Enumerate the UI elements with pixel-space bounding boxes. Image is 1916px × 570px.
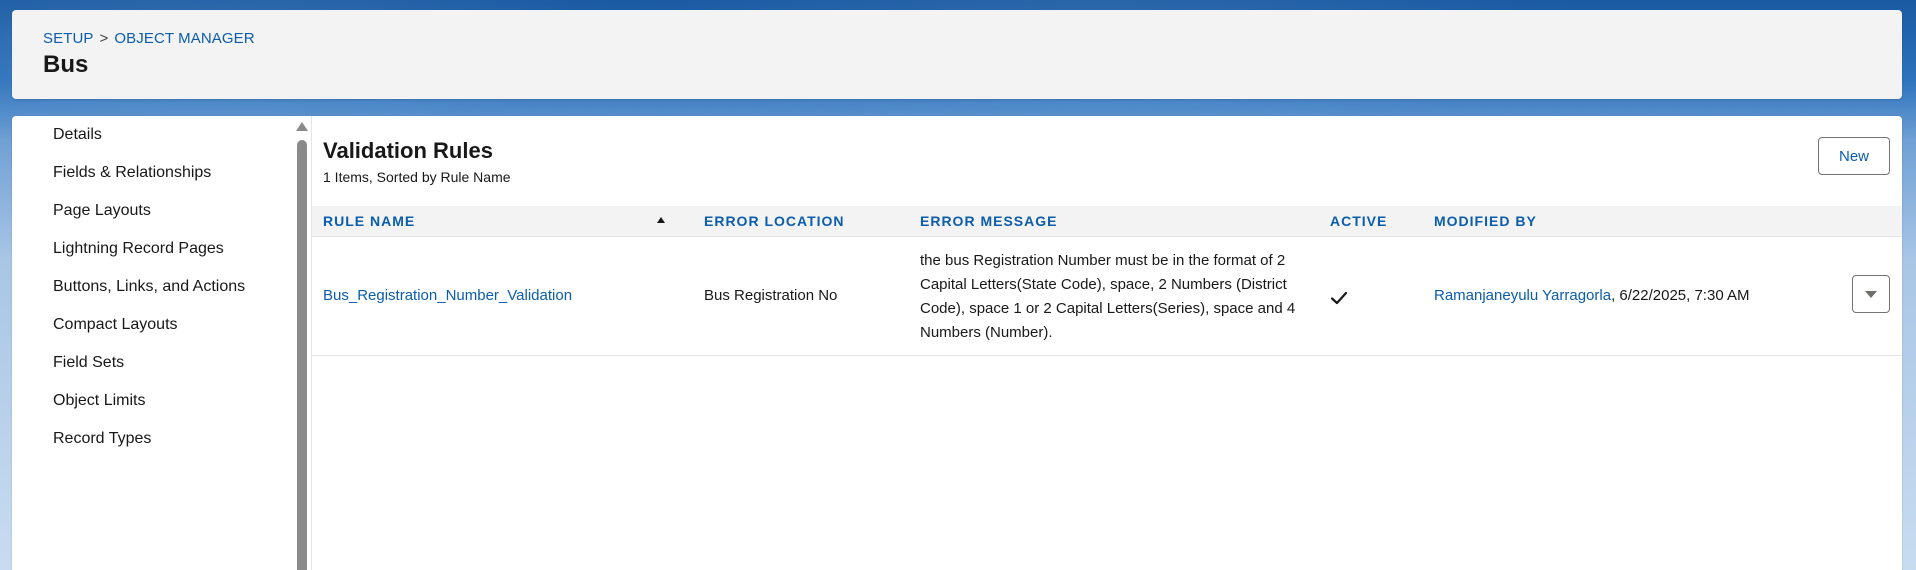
- new-rule-button[interactable]: New: [1818, 137, 1890, 175]
- section-subtitle: 1 Items, Sorted by Rule Name: [323, 169, 511, 185]
- validation-rules-section: Validation Rules 1 Items, Sorted by Rule…: [312, 116, 1902, 570]
- sidebar-item-object-limits[interactable]: Object Limits: [53, 392, 145, 410]
- page-header: SETUP > OBJECT MANAGER Bus: [12, 10, 1902, 99]
- table-row: Bus_Registration_Number_Validation Bus R…: [312, 237, 1902, 356]
- modified-by-cell: Ramanjaneyulu Yarragorla, 6/22/2025, 7:3…: [1434, 287, 1750, 304]
- sidebar-item-lightning-record-pages[interactable]: Lightning Record Pages: [53, 240, 224, 258]
- page-title: Bus: [43, 51, 89, 78]
- column-header-active[interactable]: ACTIVE: [1330, 213, 1387, 229]
- column-header-modified-by[interactable]: MODIFIED BY: [1434, 213, 1537, 229]
- sidebar-item-page-layouts[interactable]: Page Layouts: [53, 202, 151, 220]
- sidebar-item-compact-layouts[interactable]: Compact Layouts: [53, 316, 178, 334]
- modified-by-date: , 6/22/2025, 7:30 AM: [1611, 287, 1750, 304]
- active-check-icon: [1330, 291, 1348, 305]
- column-header-error-message[interactable]: ERROR MESSAGE: [920, 213, 1057, 229]
- sidebar-item-buttons-links-actions[interactable]: Buttons, Links, and Actions: [53, 278, 245, 296]
- rule-name-link[interactable]: Bus_Registration_Number_Validation: [323, 287, 572, 304]
- column-header-rule-name[interactable]: RULE NAME: [323, 213, 415, 229]
- breadcrumb: SETUP > OBJECT MANAGER: [43, 30, 255, 47]
- table-header: RULE NAME ERROR LOCATION ERROR MESSAGE A…: [312, 206, 1902, 237]
- column-header-error-location[interactable]: ERROR LOCATION: [704, 213, 845, 229]
- main-panel: Details Fields & Relationships Page Layo…: [12, 116, 1902, 570]
- sidebar-item-details[interactable]: Details: [53, 126, 102, 144]
- breadcrumb-setup-link[interactable]: SETUP: [43, 30, 94, 47]
- error-message-cell: the bus Registration Number must be in t…: [920, 252, 1296, 341]
- sidebar-scrollbar-thumb[interactable]: [297, 140, 307, 570]
- scroll-up-arrow-icon[interactable]: [296, 122, 308, 131]
- row-actions-button[interactable]: [1852, 275, 1890, 313]
- sidebar: Details Fields & Relationships Page Layo…: [12, 116, 302, 570]
- sidebar-item-record-types[interactable]: Record Types: [53, 430, 151, 448]
- sidebar-item-field-sets[interactable]: Field Sets: [53, 354, 124, 372]
- section-title: Validation Rules: [323, 138, 493, 163]
- sort-ascending-icon[interactable]: [657, 217, 665, 223]
- sidebar-item-fields-relationships[interactable]: Fields & Relationships: [53, 164, 211, 182]
- error-location-cell: Bus Registration No: [704, 287, 838, 304]
- chevron-down-icon: [1865, 291, 1877, 298]
- breadcrumb-object-manager-link[interactable]: OBJECT MANAGER: [114, 30, 254, 47]
- breadcrumb-separator: >: [99, 30, 109, 47]
- modified-by-user-link[interactable]: Ramanjaneyulu Yarragorla: [1434, 287, 1611, 304]
